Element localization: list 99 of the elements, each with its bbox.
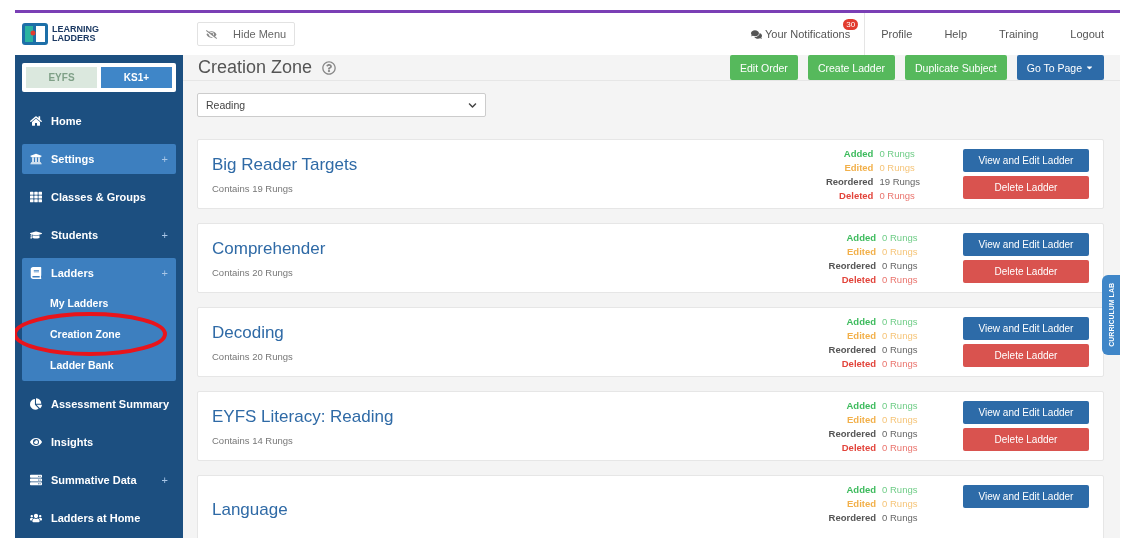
stat-value: 0 Rungs: [879, 147, 916, 161]
ladder-title[interactable]: Big Reader Targets: [212, 154, 823, 175]
delete-ladder-button[interactable]: Delete Ladder: [963, 176, 1089, 199]
eye-slash-icon: [206, 28, 217, 40]
home-icon: [30, 115, 42, 127]
users-icon: [30, 512, 42, 524]
stat-label: Added: [845, 399, 877, 413]
stat-value: 19 Rungs: [879, 175, 922, 189]
stat-value: 0 Rungs: [882, 343, 919, 357]
chat-icon: [751, 28, 762, 40]
expand-mark: +: [161, 267, 168, 279]
logo-icon: [22, 23, 48, 45]
nav-link[interactable]: Help: [928, 13, 983, 55]
notification-count: 30: [843, 19, 859, 30]
stat-label: Deleted: [840, 357, 877, 371]
sidebar-item[interactable]: Students +: [22, 220, 176, 250]
logo-text: LEARNING LADDERS: [52, 25, 99, 43]
stat-value: 0 Rungs: [882, 315, 919, 329]
delete-ladder-button[interactable]: Delete Ladder: [963, 344, 1089, 367]
expand-mark: +: [161, 153, 168, 165]
sidebar-item[interactable]: Insights: [22, 427, 176, 457]
sidebar-item[interactable]: Settings +: [22, 144, 176, 174]
sidebar-item[interactable]: Ladders +: [22, 258, 176, 288]
ladder-title[interactable]: Decoding: [212, 322, 823, 343]
view-ladder-button[interactable]: View and Edit Ladder: [963, 485, 1089, 508]
stat-value: 0 Rungs: [882, 497, 919, 511]
grid-icon: [30, 191, 42, 203]
sidebar-subitem[interactable]: My Ladders: [22, 288, 176, 319]
stat-value: 0 Rungs: [882, 441, 919, 455]
subject-select[interactable]: Reading: [197, 93, 486, 117]
stat-label: Added: [845, 315, 877, 329]
stat-label: Reordered: [824, 175, 874, 189]
stat-value: 0 Rungs: [882, 245, 919, 259]
graduation-cap-icon: [30, 229, 42, 241]
stat-label: Edited: [846, 497, 877, 511]
view-ladder-button[interactable]: View and Edit Ladder: [963, 233, 1089, 256]
stat-label: Reordered: [827, 427, 877, 441]
delete-ladder-button[interactable]: Delete Ladder: [963, 260, 1089, 283]
stat-label: Reordered: [827, 511, 877, 525]
stat-label: Added: [845, 483, 877, 497]
view-ladder-button[interactable]: View and Edit Ladder: [963, 317, 1089, 340]
stat-value: 0 Rungs: [882, 259, 919, 273]
stat-label: Deleted: [840, 273, 877, 287]
eye-icon: [30, 436, 42, 448]
sidebar-item[interactable]: Home: [22, 106, 176, 136]
stat-value: 0 Rungs: [882, 483, 919, 497]
stat-label: Edited: [843, 161, 874, 175]
stat-label: Reordered: [827, 343, 877, 357]
sidebar-item[interactable]: Assessment Summary: [22, 389, 176, 419]
stat-value: 0 Rungs: [882, 427, 919, 441]
rung-count: Contains 20 Rungs: [212, 350, 294, 362]
hide-menu-button[interactable]: Hide Menu: [197, 22, 296, 46]
sidebar-item[interactable]: Ladders at Home: [22, 503, 176, 533]
level-tab[interactable]: KS1+: [101, 67, 172, 88]
pie-chart-icon: [30, 398, 42, 410]
stat-value: 0 Rungs: [882, 399, 919, 413]
expand-mark: +: [161, 229, 168, 241]
sidebar-subitem[interactable]: Creation Zone: [22, 319, 176, 350]
caret-icon: [1085, 63, 1094, 72]
stat-value: 0 Rungs: [882, 413, 919, 427]
help-icon[interactable]: [322, 60, 337, 75]
chevron-icon: [468, 100, 477, 110]
view-ladder-button[interactable]: View and Edit Ladder: [963, 401, 1089, 424]
stat-value: 0 Rungs: [879, 161, 916, 175]
nav-link[interactable]: Training: [983, 13, 1055, 55]
sidebar-item[interactable]: Summative Data +: [22, 465, 176, 495]
view-ladder-button[interactable]: View and Edit Ladder: [963, 149, 1089, 172]
stat-label: Added: [845, 231, 877, 245]
stack-icon: [30, 474, 42, 486]
stat-label: Edited: [846, 245, 877, 259]
ladder-title[interactable]: Language: [212, 500, 823, 520]
rung-count: Contains 14 Rungs: [212, 434, 294, 446]
nav-link[interactable]: Profile: [865, 13, 929, 55]
action-button[interactable]: Go To Page: [1016, 55, 1104, 80]
sidebar-subitem[interactable]: Ladder Bank: [22, 350, 176, 381]
stat-label: Deleted: [840, 441, 877, 455]
rung-count: Contains 19 Rungs: [212, 182, 294, 194]
stat-value: 0 Rungs: [882, 357, 919, 371]
notifications-link[interactable]: Your Notifications 30: [751, 13, 865, 55]
stat-label: Added: [842, 147, 874, 161]
stat-label: Reordered: [827, 259, 877, 273]
stat-label: Edited: [846, 329, 877, 343]
delete-ladder-button[interactable]: Delete Ladder: [963, 428, 1089, 451]
rung-count: Contains 20 Rungs: [212, 266, 294, 278]
page-title: Creation Zone: [198, 57, 313, 78]
stat-value: 0 Rungs: [882, 329, 919, 343]
sidebar-item[interactable]: Classes & Groups: [22, 182, 176, 212]
bank-icon: [30, 153, 42, 165]
expand-mark: +: [161, 474, 168, 486]
stat-value: 0 Rungs: [879, 189, 916, 203]
nav-link[interactable]: Logout: [1054, 13, 1120, 55]
stat-value: 0 Rungs: [882, 511, 919, 525]
book-icon: [30, 267, 42, 279]
ladder-title[interactable]: EYFS Literacy: Reading: [212, 406, 823, 427]
stat-value: 0 Rungs: [882, 273, 919, 287]
stat-label: Deleted: [838, 189, 874, 203]
stat-label: Edited: [846, 413, 877, 427]
ladder-title[interactable]: Comprehender: [212, 238, 823, 259]
stat-value: 0 Rungs: [882, 231, 919, 245]
